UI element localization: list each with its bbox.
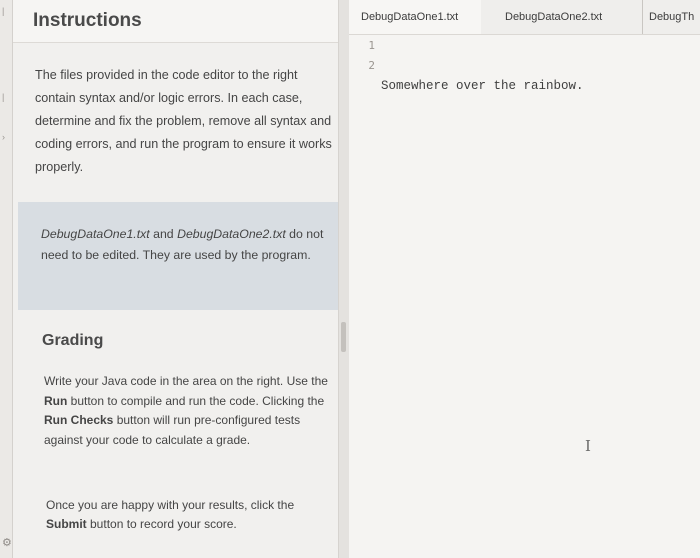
- tab-debugdataone2[interactable]: DebugDataOne2.txt: [499, 0, 629, 34]
- grading-heading: Grading: [42, 332, 104, 349]
- left-rail: | | › ⚙: [0, 0, 13, 558]
- submit-text-part: button to record your score.: [86, 517, 237, 531]
- gear-icon[interactable]: ⚙: [2, 536, 12, 549]
- tab-bar: DebugDataOne1.txt DebugDataOne2.txt Debu…: [349, 0, 700, 35]
- code-line[interactable]: Somewhere over the rainbow.: [381, 76, 584, 96]
- i-beam-cursor-icon: I: [585, 437, 591, 455]
- grading-text-part: Write your Java code in the area on the …: [44, 374, 328, 388]
- panel-scrollbar[interactable]: [338, 0, 349, 558]
- instructions-intro: The files provided in the code editor to…: [35, 68, 332, 174]
- rail-mark: |: [2, 6, 5, 16]
- submit-text: Once you are happy with your results, cl…: [46, 496, 326, 534]
- code-text-area[interactable]: Somewhere over the rainbow.: [381, 36, 584, 176]
- submit-text-part: Once you are happy with your results, cl…: [46, 498, 295, 512]
- submit-keyword: Submit: [46, 517, 87, 531]
- tab-debugdataone1[interactable]: DebugDataOne1.txt: [349, 0, 481, 34]
- note-text: DebugDataOne1.txt and DebugDataOne2.txt …: [41, 224, 331, 266]
- rail-mark: |: [2, 92, 5, 102]
- run-checks-keyword: Run Checks: [44, 413, 114, 427]
- line-number: 2: [368, 59, 375, 72]
- rail-mark: ›: [2, 132, 5, 142]
- run-keyword: Run: [44, 393, 68, 408]
- panel-header: Instructions: [13, 0, 345, 43]
- grading-text: Write your Java code in the area on the …: [44, 372, 334, 450]
- tab-debugthree[interactable]: DebugTh: [642, 0, 700, 34]
- note-file2: DebugDataOne2.txt: [177, 227, 286, 241]
- line-number: 1: [368, 39, 375, 52]
- code-editor[interactable]: DebugDataOne1.txt DebugDataOne2.txt Debu…: [349, 0, 700, 558]
- instructions-panel: Instructions The files provided in the c…: [13, 0, 345, 558]
- line-number-gutter: 1 2: [363, 36, 375, 76]
- grading-text-part: button to compile and run the code. Clic…: [67, 393, 325, 408]
- note-and: and: [149, 227, 178, 241]
- note-file1: DebugDataOne1.txt: [41, 227, 150, 241]
- scrollbar-thumb[interactable]: [341, 322, 346, 352]
- page-title: Instructions: [33, 10, 142, 31]
- note-callout: DebugDataOne1.txt and DebugDataOne2.txt …: [18, 202, 345, 310]
